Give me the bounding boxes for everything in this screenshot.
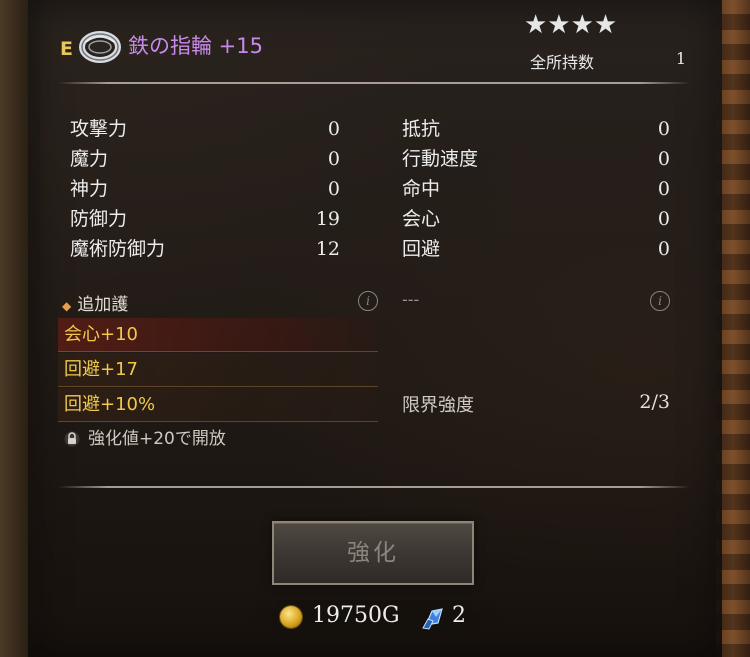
- stat-divine: 神力 0: [70, 175, 340, 203]
- item-name: 鉄の指輪 +15: [128, 34, 263, 58]
- stat-value: 19: [315, 208, 340, 230]
- locked-option-row: 強化値+20で開放: [64, 424, 374, 454]
- stat-label: 魔術防御力: [70, 238, 166, 260]
- stat-value: 0: [657, 208, 670, 230]
- extra-right-placeholder: ---: [402, 290, 420, 309]
- info-icon[interactable]: i: [650, 291, 670, 311]
- stat-label: 神力: [70, 178, 109, 200]
- stat-evasion: 回避 0: [402, 235, 670, 263]
- info-icon[interactable]: i: [358, 291, 378, 311]
- rarity-stars: ★★★★: [524, 10, 618, 40]
- stat-label: 回避: [402, 238, 441, 260]
- stat-accuracy: 命中 0: [402, 175, 670, 203]
- header-divider: [58, 82, 690, 84]
- stat-label: 会心: [402, 208, 441, 230]
- footer-divider: [58, 486, 690, 488]
- stat-label: 抵抗: [402, 118, 441, 140]
- stat-label: 行動速度: [402, 148, 479, 170]
- stat-value: 0: [327, 148, 340, 170]
- extra-options-header: ◆ 追加護: [62, 291, 380, 319]
- stat-magic-defense: 魔術防御力 12: [70, 235, 340, 263]
- lock-text: 強化値+20で開放: [88, 429, 226, 449]
- stone-cost: 2: [452, 603, 466, 628]
- stat-label: 防御力: [70, 208, 128, 230]
- owned-count-value: 1: [675, 49, 686, 68]
- owned-count-label: 全所持数: [530, 53, 595, 72]
- stat-label: 命中: [402, 178, 441, 200]
- stat-resistance: 抵抗 0: [402, 115, 670, 143]
- stat-attack: 攻撃力 0: [70, 115, 340, 143]
- enhance-stone-icon: [422, 608, 443, 630]
- gold-cost: 19750G: [312, 603, 400, 628]
- gold-coin-icon: [280, 606, 302, 628]
- extra-option-row: 会心+10: [58, 318, 378, 352]
- grade-badge: E: [60, 38, 73, 60]
- stat-value: 0: [657, 148, 670, 170]
- stat-speed: 行動速度 0: [402, 145, 670, 173]
- extra-option-row: 回避+17: [58, 353, 378, 387]
- stat-value: 0: [327, 178, 340, 200]
- extra-option-row: 回避+10%: [58, 388, 378, 422]
- stat-magic: 魔力 0: [70, 145, 340, 173]
- limit-strength-value: 2/3: [639, 391, 670, 413]
- diamond-icon: ◆: [62, 299, 72, 313]
- extra-options-title: 追加護: [77, 295, 129, 315]
- stat-value: 0: [657, 238, 670, 260]
- lock-icon: [64, 431, 80, 447]
- stat-value: 12: [315, 238, 340, 260]
- stat-label: 攻撃力: [70, 118, 128, 140]
- stat-critical: 会心 0: [402, 205, 670, 233]
- stat-value: 0: [657, 118, 670, 140]
- stat-value: 0: [327, 118, 340, 140]
- stat-label: 魔力: [70, 148, 109, 170]
- limit-strength-label: 限界強度: [402, 395, 474, 416]
- ring-icon: [79, 31, 121, 63]
- stat-value: 0: [657, 178, 670, 200]
- stat-defense: 防御力 19: [70, 205, 340, 233]
- enhance-button[interactable]: 強化: [272, 521, 474, 585]
